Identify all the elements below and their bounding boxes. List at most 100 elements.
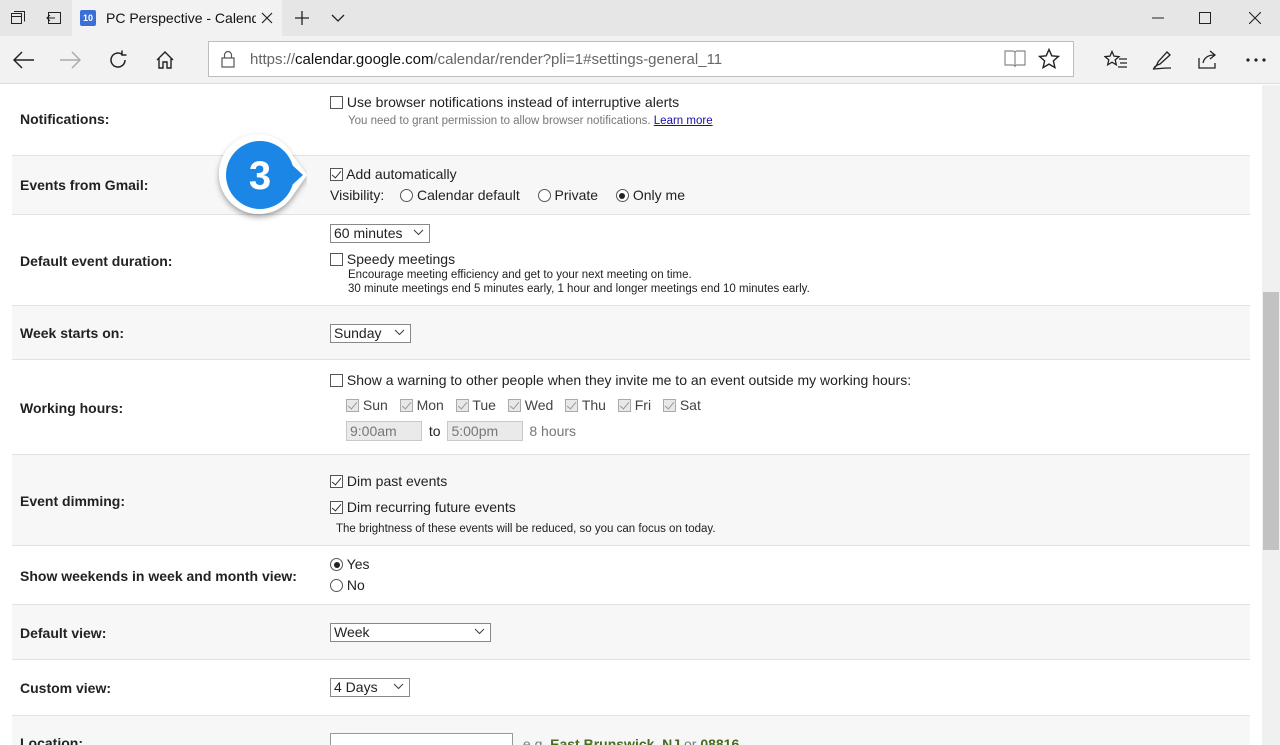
new-tab-icon[interactable]	[284, 0, 320, 36]
forward-arrow-icon[interactable]	[50, 40, 90, 80]
close-window-icon[interactable]	[1230, 0, 1280, 36]
day-sun[interactable]: Sun	[346, 397, 388, 413]
close-tab-icon[interactable]	[258, 9, 276, 27]
reading-view-icon[interactable]	[1004, 49, 1026, 72]
scrollbar-thumb[interactable]	[1263, 292, 1279, 550]
working-hours-label: Working hours:	[20, 400, 124, 416]
location-or: or	[683, 736, 697, 745]
lock-icon	[221, 50, 235, 71]
notifications-hint: You need to grant permission to allow br…	[348, 115, 713, 127]
day-sun-text: Sun	[362, 397, 388, 413]
maximize-icon[interactable]	[1180, 0, 1230, 36]
back-arrow-icon[interactable]	[4, 40, 44, 80]
visibility-only-me[interactable]: Only me	[615, 187, 685, 203]
dim-recurring-checkbox[interactable]	[330, 501, 343, 514]
week-start-select[interactable]: Sunday	[330, 324, 411, 343]
default-view-select[interactable]: Week	[330, 623, 491, 642]
add-automatically-checkbox[interactable]	[330, 168, 343, 181]
day-sat-checkbox[interactable]	[662, 399, 676, 412]
learn-more-link[interactable]: Learn more	[654, 115, 713, 127]
dim-past-option[interactable]: Dim past events	[330, 473, 447, 489]
row-location: Location: e.g. East Brunswick, NJ or 088…	[12, 716, 1250, 745]
notifications-label: Notifications:	[20, 111, 110, 127]
set-aside-tabs-icon[interactable]	[36, 0, 72, 36]
visibility-only-me-radio[interactable]	[615, 189, 629, 202]
day-sat[interactable]: Sat	[662, 397, 701, 413]
working-hours-warning-checkbox[interactable]	[330, 374, 343, 387]
add-automatically-text: Add automatically	[346, 166, 457, 182]
visibility-private[interactable]: Private	[537, 187, 598, 203]
location-eg: e.g.	[522, 736, 547, 745]
tab-manager-icon[interactable]	[0, 0, 36, 36]
day-thu-checkbox[interactable]	[565, 399, 579, 412]
url-domain: calendar.google.com	[295, 51, 434, 68]
tab-preview-chevron-icon[interactable]	[320, 0, 356, 36]
share-icon[interactable]	[1188, 40, 1228, 80]
location-example-2: 08816	[700, 736, 740, 745]
home-icon[interactable]	[145, 40, 185, 80]
custom-view-select[interactable]: 4 Days	[330, 678, 410, 697]
day-mon[interactable]: Mon	[399, 397, 444, 413]
working-start-input[interactable]: 9:00am	[346, 421, 422, 441]
row-event-duration: Default event duration: 60 minutes Speed…	[12, 215, 1250, 306]
day-thu[interactable]: Thu	[565, 397, 606, 413]
refresh-icon[interactable]	[98, 40, 138, 80]
browser-notifications-option[interactable]: Use browser notifications instead of int…	[330, 94, 679, 110]
event-duration-select[interactable]: 60 minutes	[330, 224, 430, 243]
row-weekends: Show weekends in week and month view: Ye…	[12, 546, 1250, 605]
dim-past-text: Dim past events	[346, 473, 448, 489]
dim-recurring-option[interactable]: Dim recurring future events	[330, 499, 516, 515]
day-wed-checkbox[interactable]	[507, 399, 521, 412]
working-hours-warning-option[interactable]: Show a warning to other people when they…	[330, 372, 911, 388]
add-automatically-option[interactable]: Add automatically	[330, 166, 457, 182]
day-wed[interactable]: Wed	[507, 397, 553, 413]
tab-active[interactable]: 10 PC Perspective - Calend	[72, 0, 282, 36]
address-bar[interactable]: https://calendar.google.com/calendar/ren…	[208, 41, 1074, 77]
weekends-no-radio[interactable]	[330, 579, 343, 592]
favorites-hub-icon[interactable]	[1096, 40, 1136, 80]
weekends-yes-radio[interactable]	[330, 558, 343, 571]
weekends-no[interactable]: No	[330, 577, 365, 593]
chevron-down-icon	[474, 628, 485, 635]
weekends-label: Show weekends in week and month view:	[20, 568, 297, 584]
dim-past-checkbox[interactable]	[330, 475, 343, 488]
row-event-dimming: Event dimming: Dim past events Dim recur…	[12, 455, 1250, 546]
title-bar: 10 PC Perspective - Calend	[0, 0, 1280, 36]
day-tue[interactable]: Tue	[455, 397, 496, 413]
weekends-no-text: No	[346, 577, 365, 593]
url-path: /calendar/render?pli=1#settings-general_…	[433, 51, 723, 68]
speedy-meetings-option[interactable]: Speedy meetings	[330, 251, 455, 267]
browser-notifications-text: Use browser notifications instead of int…	[346, 94, 680, 110]
location-label: Location:	[20, 735, 83, 745]
visibility-calendar-default-radio[interactable]	[400, 189, 414, 202]
visibility-calendar-default[interactable]: Calendar default	[400, 187, 520, 203]
more-options-icon[interactable]	[1236, 40, 1276, 80]
week-start-label: Week starts on:	[20, 325, 124, 341]
visibility-label: Visibility:	[330, 187, 385, 203]
favorite-star-icon[interactable]	[1037, 47, 1061, 73]
row-notifications: Notifications: Use browser notifications…	[12, 85, 1250, 156]
day-tue-checkbox[interactable]	[455, 399, 469, 412]
to-label: to	[428, 423, 441, 439]
working-end-input[interactable]: 5:00pm	[447, 421, 524, 441]
row-working-hours: Working hours: Show a warning to other p…	[12, 360, 1250, 455]
custom-view-value: 4 Days	[334, 679, 378, 695]
day-tue-text: Tue	[472, 397, 496, 413]
chevron-down-icon	[393, 683, 404, 690]
web-note-pen-icon[interactable]	[1142, 40, 1182, 80]
weekends-yes-text: Yes	[346, 556, 370, 572]
day-mon-checkbox[interactable]	[399, 399, 413, 412]
default-view-label: Default view:	[20, 625, 107, 641]
navigation-bar: https://calendar.google.com/calendar/ren…	[0, 36, 1280, 84]
visibility-private-radio[interactable]	[537, 189, 551, 202]
browser-notifications-checkbox[interactable]	[330, 96, 343, 109]
day-fri-checkbox[interactable]	[617, 399, 631, 412]
url-text[interactable]: https://calendar.google.com/calendar/ren…	[250, 51, 722, 68]
day-mon-text: Mon	[416, 397, 444, 413]
minimize-icon[interactable]	[1133, 0, 1183, 36]
speedy-meetings-checkbox[interactable]	[330, 253, 343, 266]
weekends-yes[interactable]: Yes	[330, 556, 369, 572]
day-fri[interactable]: Fri	[617, 397, 651, 413]
location-input[interactable]	[330, 733, 513, 745]
day-sun-checkbox[interactable]	[346, 399, 359, 412]
